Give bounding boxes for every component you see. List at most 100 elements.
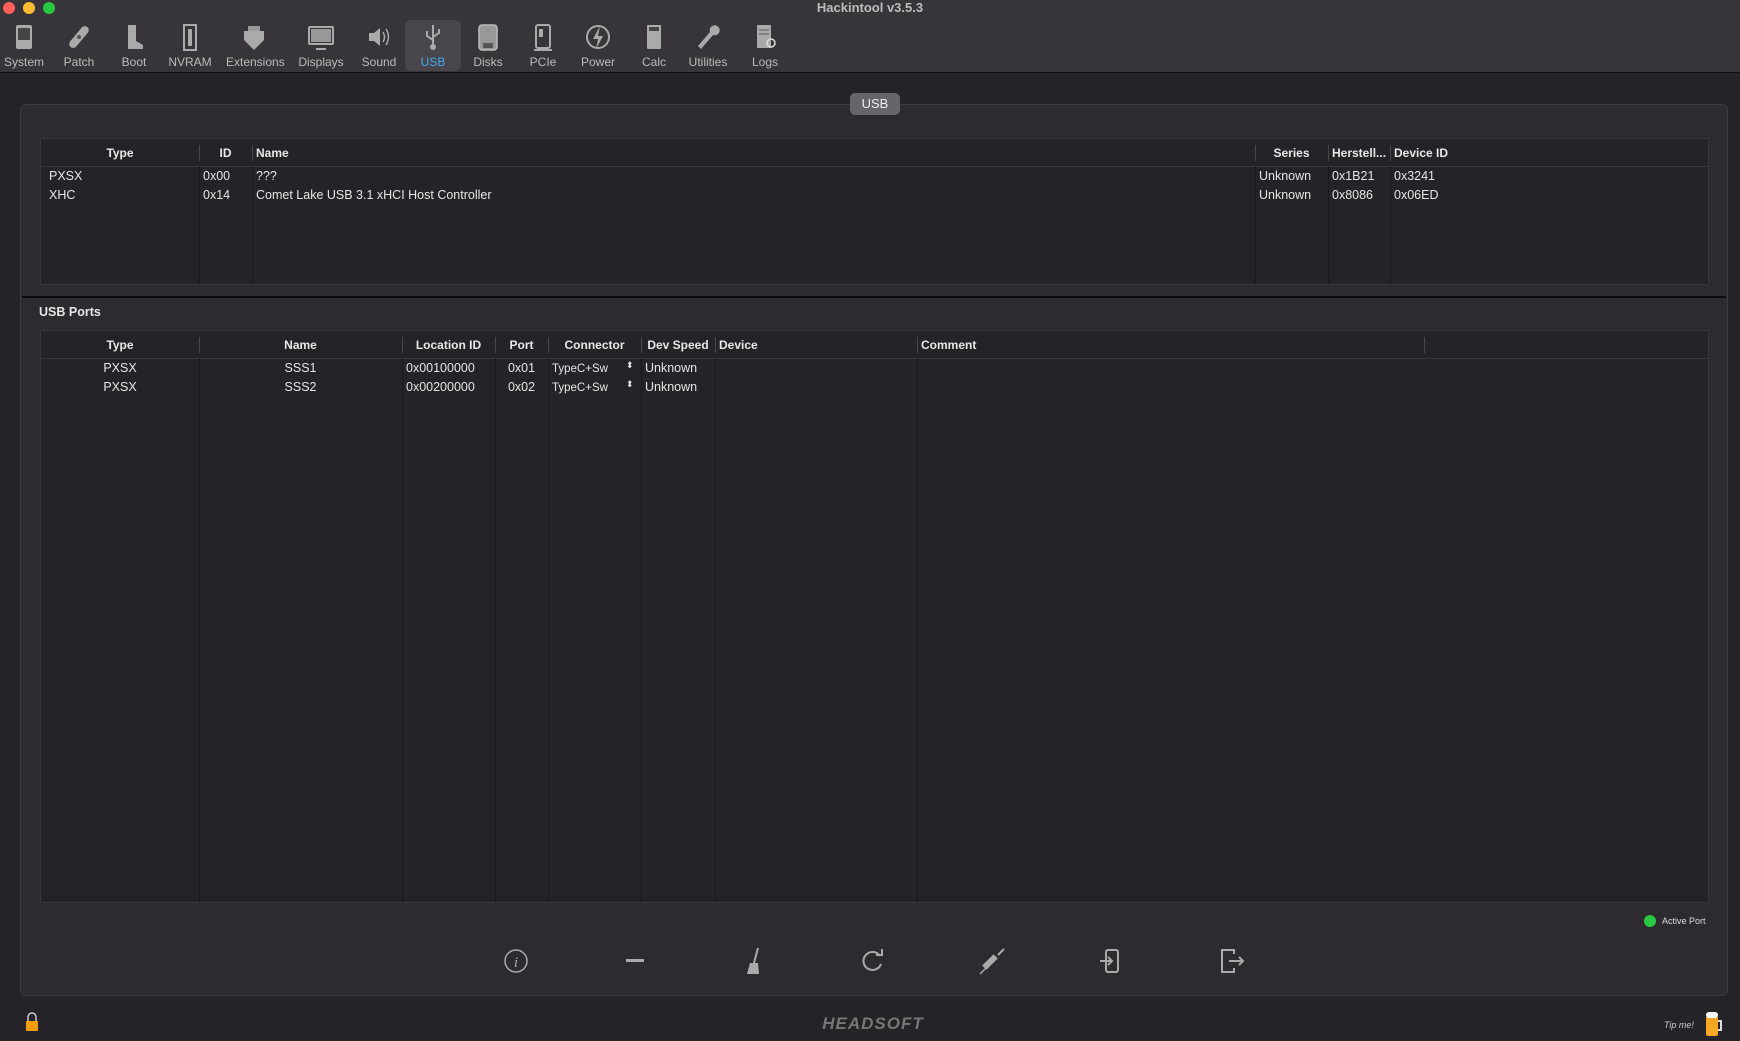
usb-ports-table[interactable]: Type Name Location ID Port Connector Dev Spee…	[40, 330, 1709, 903]
table-cell: Unknown	[1259, 169, 1312, 183]
import-button[interactable]	[1095, 945, 1127, 977]
pcie-icon	[534, 24, 552, 51]
panel-tab-usb[interactable]: USB	[850, 93, 900, 115]
column-line	[548, 359, 549, 902]
column-separator[interactable]	[1390, 145, 1391, 161]
toolbar-item-label: Power	[580, 55, 615, 69]
toolbar-item-label: USB	[420, 55, 446, 69]
column-separator[interactable]	[715, 337, 716, 353]
column-header[interactable]: Type	[41, 338, 199, 352]
toolbar-item-label: PCIe	[529, 55, 557, 69]
logs-icon	[757, 25, 776, 48]
lock-icon	[26, 1012, 38, 1031]
connector-select[interactable]: TypeC+Sw	[552, 382, 608, 394]
controllers-table[interactable]: Type ID Name Series Herstell... Device ID PXSX…	[40, 138, 1709, 285]
toolbar-item-label: Displays	[298, 55, 344, 69]
tip-button[interactable]	[1704, 1010, 1724, 1041]
column-header[interactable]: Herstell...	[1332, 146, 1386, 160]
column-separator[interactable]	[1424, 337, 1425, 353]
clear-button[interactable]	[738, 945, 770, 977]
column-header[interactable]: Location ID	[402, 338, 495, 352]
export-icon	[1221, 949, 1245, 973]
toolbar-item-extensions[interactable]: Extensions	[226, 20, 285, 71]
toolbar-item-nvram[interactable]: NVRAM	[162, 20, 218, 71]
toolbar-item-boot[interactable]: Boot	[106, 20, 162, 71]
toolbar-item-label: NVRAM	[168, 55, 212, 69]
toolbar-item-sound[interactable]: Sound	[351, 20, 407, 71]
toolbar-item-logs[interactable]: Logs	[737, 20, 793, 71]
table-row[interactable]: PXSX 0x00??? Unknown 0x1B21 0x3241	[41, 169, 1708, 188]
table-cell: PXSX	[49, 169, 83, 183]
refresh-icon	[862, 949, 883, 971]
export-button[interactable]	[1214, 945, 1246, 977]
table-cell: Unknown	[645, 380, 698, 394]
boot-icon	[128, 25, 143, 49]
refresh-button[interactable]	[857, 945, 889, 977]
toolbar-item-label: Calc	[641, 55, 666, 69]
calculator-icon	[647, 25, 661, 49]
column-line	[715, 359, 716, 902]
import-icon	[1100, 949, 1119, 973]
table-cell: Comet Lake USB 3.1 xHCI Host Controller	[256, 188, 492, 202]
column-header[interactable]: Name	[256, 146, 289, 160]
table-cell: XHC	[49, 188, 76, 202]
column-line	[402, 359, 403, 902]
table-cell: 0x00100000	[406, 361, 475, 375]
toolbar-item-label: Extensions	[226, 55, 285, 69]
column-header[interactable]: ID	[199, 146, 252, 160]
toolbar-item-label: Patch	[63, 55, 95, 69]
column-header[interactable]: Dev Speed	[641, 338, 715, 352]
toolbar-item-label: Logs	[751, 55, 779, 69]
disk-icon	[478, 24, 498, 51]
table-row[interactable]: XHC 0x14 Comet Lake USB 3.1 xHCI Host Cont…	[41, 188, 1708, 207]
monitor-icon	[308, 26, 334, 50]
info-button[interactable]: i	[500, 945, 532, 977]
column-line	[641, 359, 642, 902]
connector-select[interactable]: TypeC+Sw	[552, 363, 608, 375]
column-line	[199, 359, 200, 902]
column-separator[interactable]	[252, 145, 253, 161]
toolbar-item-patch[interactable]: Patch	[51, 20, 107, 71]
toolbar-item-power[interactable]: Power	[570, 20, 626, 71]
table-cell: 0x06ED	[1394, 188, 1439, 202]
remove-button[interactable]	[619, 945, 651, 977]
table-row[interactable]: PXSX SSS1 0x00100000 0x01 ⬍ TypeC+Sw Unknown	[41, 360, 1708, 380]
table-cell: PXSX	[103, 380, 137, 394]
usb-icon	[426, 25, 440, 50]
column-header[interactable]: Name	[199, 338, 402, 352]
updown-icon[interactable]: ⬍	[626, 379, 634, 390]
beer-icon	[1706, 1012, 1722, 1036]
column-header[interactable]: Port	[495, 338, 548, 352]
table-cell: 0x02	[507, 380, 536, 394]
updown-icon[interactable]: ⬍	[626, 360, 634, 371]
table-cell: 0x01	[507, 361, 536, 375]
syringe-icon	[979, 948, 1005, 975]
table-cell: 0x3241	[1394, 169, 1436, 183]
lock-button[interactable]	[24, 1012, 40, 1035]
usb-ports-title: USB Ports	[39, 305, 101, 319]
column-separator[interactable]	[1328, 145, 1329, 161]
column-separator[interactable]	[917, 337, 918, 353]
inject-button[interactable]	[976, 945, 1008, 977]
toolbar-item-pcie[interactable]: PCIe	[515, 20, 571, 71]
toolbar-item-utilities[interactable]: Utilities	[680, 20, 736, 71]
column-header[interactable]: Type	[41, 146, 199, 160]
column-header[interactable]: Device ID	[1394, 146, 1448, 160]
table-cell: 0x00	[203, 169, 231, 183]
split-divider[interactable]	[22, 296, 1726, 298]
column-header[interactable]: Device	[719, 338, 758, 352]
toolbar-item-system[interactable]: System	[0, 20, 52, 71]
tip-me-label[interactable]: Tip me!	[1664, 1020, 1694, 1030]
toolbar-item-label: System	[3, 55, 44, 69]
toolbar-item-disks[interactable]: Disks	[460, 20, 516, 71]
toolbar-item-displays[interactable]: Displays	[293, 20, 349, 71]
svg-text:i: i	[514, 955, 518, 971]
table-row[interactable]: PXSX SSS2 0x00200000 0x02 ⬍ TypeC+Sw Unknown	[41, 379, 1708, 399]
column-header[interactable]: Connector	[548, 338, 641, 352]
toolbar-item-usb[interactable]: USB	[405, 20, 461, 71]
toolbar-item-calc[interactable]: Calc	[626, 20, 682, 71]
table-cell: 0x14	[203, 188, 231, 202]
column-header[interactable]: Comment	[921, 338, 976, 352]
active-port-dot	[1644, 915, 1656, 927]
column-header[interactable]: Series	[1255, 146, 1328, 160]
